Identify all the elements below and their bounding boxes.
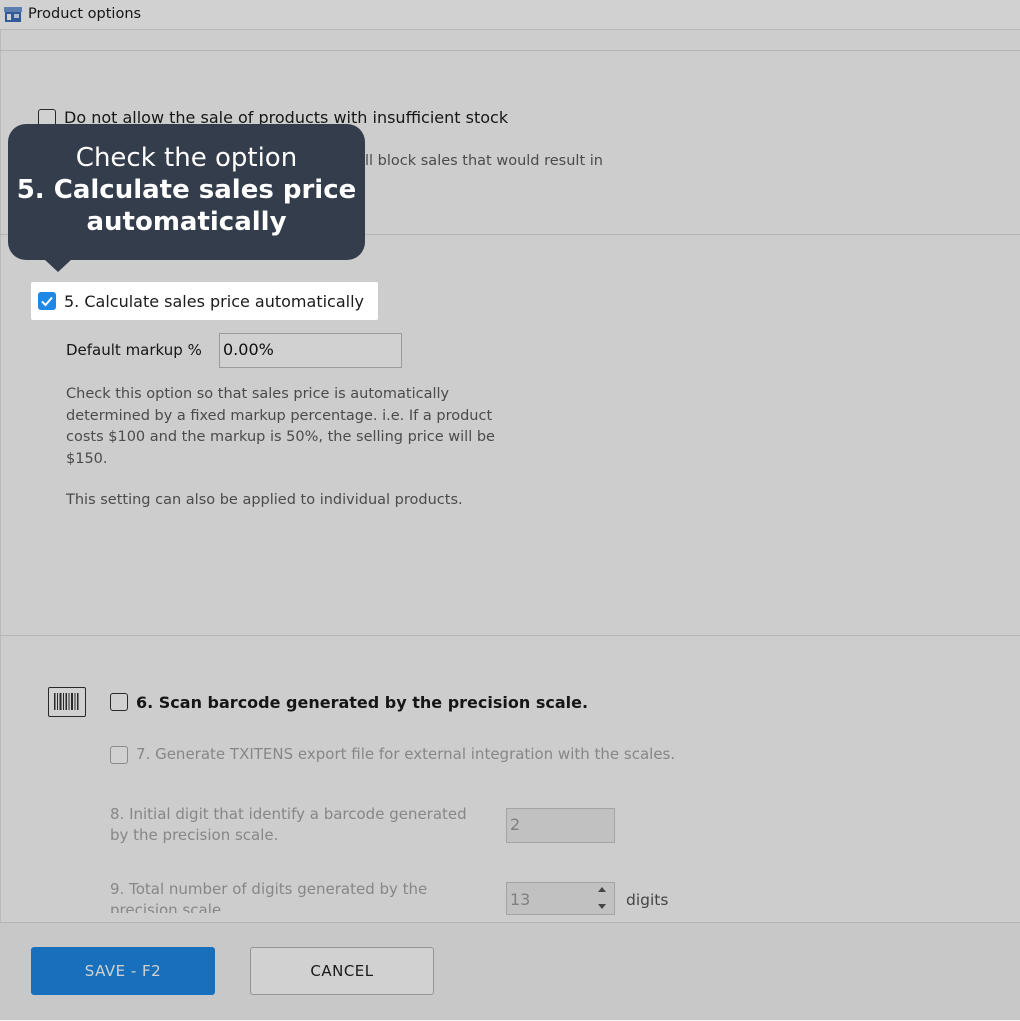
- tooltip-line: automatically: [86, 207, 287, 237]
- tooltip-arrow: [44, 259, 72, 272]
- tooltip-line: 5. Calculate sales price: [16, 175, 357, 205]
- calculate-price-checkbox[interactable]: [38, 292, 56, 310]
- walkthrough-tooltip: Check the option 5. Calculate sales pric…: [8, 124, 365, 260]
- checkmark-icon: [41, 296, 53, 307]
- tooltip-line: Check the option: [75, 143, 298, 173]
- calculate-price-label: 5. Calculate sales price automatically: [64, 292, 364, 311]
